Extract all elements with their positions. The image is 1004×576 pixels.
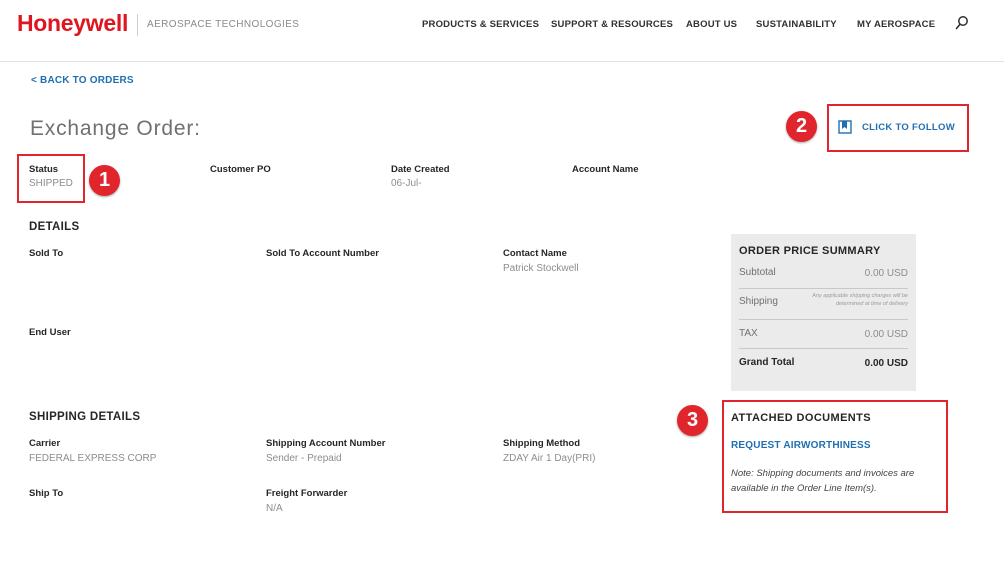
contact-name-label: Contact Name <box>503 248 567 259</box>
date-created-value: 06-Jul- <box>391 178 422 189</box>
attached-documents-title: ATTACHED DOCUMENTS <box>731 412 872 424</box>
order-price-summary: ORDER PRICE SUMMARY Subtotal 0.00 USD Sh… <box>731 234 916 391</box>
nav-about-us[interactable]: ABOUT US <box>686 19 737 30</box>
customer-po-label: Customer PO <box>210 164 271 175</box>
nav-products-services[interactable]: PRODUCTS & SERVICES <box>422 19 539 30</box>
end-user-label: End User <box>29 327 71 338</box>
summary-divider <box>739 288 908 289</box>
contact-name-value: Patrick Stockwell <box>503 263 579 274</box>
account-name-label: Account Name <box>572 164 639 175</box>
sold-to-account-label: Sold To Account Number <box>266 248 379 259</box>
summary-title: ORDER PRICE SUMMARY <box>739 245 881 257</box>
documents-note: Note: Shipping documents and invoices ar… <box>731 468 915 494</box>
sold-to-label: Sold To <box>29 248 64 259</box>
annotation-badge-2: 2 <box>786 111 817 142</box>
grand-total-label: Grand Total <box>739 357 795 368</box>
shipping-label: Shipping <box>739 296 778 307</box>
page-title: Exchange Order: <box>30 117 201 140</box>
details-heading: DETAILS <box>29 221 80 233</box>
bookmark-icon <box>838 120 852 134</box>
nav-support-resources[interactable]: SUPPORT & RESOURCES <box>551 19 673 30</box>
brand-tagline: AEROSPACE TECHNOLOGIES <box>147 19 300 30</box>
carrier-label: Carrier <box>29 438 61 449</box>
annotation-badge-3: 3 <box>677 405 708 436</box>
grand-total-value: 0.00 USD <box>864 358 908 369</box>
ship-to-label: Ship To <box>29 488 64 499</box>
honeywell-logo[interactable]: Honeywell <box>17 10 128 37</box>
logo-divider <box>137 14 138 36</box>
summary-divider <box>739 348 908 349</box>
summary-divider <box>739 319 908 320</box>
shipping-account-value: Sender - Prepaid <box>266 453 342 464</box>
date-created-label: Date Created <box>391 164 450 175</box>
annotation-badge-1: 1 <box>89 165 120 196</box>
search-icon[interactable] <box>955 15 969 31</box>
site-header: Honeywell AEROSPACE TECHNOLOGIES PRODUCT… <box>0 0 1004 62</box>
carrier-value: FEDERAL EXPRESS CORP <box>29 453 157 464</box>
follow-label: CLICK TO FOLLOW <box>862 121 955 133</box>
freight-forwarder-value: N/A <box>266 503 283 514</box>
subtotal-label: Subtotal <box>739 267 776 278</box>
nav-my-aerospace[interactable]: MY AEROSPACE <box>857 19 935 30</box>
subtotal-value: 0.00 USD <box>864 268 908 279</box>
back-to-orders-link[interactable]: < BACK TO ORDERS <box>31 75 134 86</box>
freight-forwarder-label: Freight Forwarder <box>266 488 348 499</box>
status-label: Status <box>29 164 59 175</box>
request-airworthiness-link[interactable]: REQUEST AIRWORTHINESS <box>731 440 871 451</box>
status-value: SHIPPED <box>29 178 73 189</box>
shipping-method-label: Shipping Method <box>503 438 581 449</box>
shipping-details-heading: SHIPPING DETAILS <box>29 411 141 423</box>
shipping-method-value: ZDAY Air 1 Day(PRI) <box>503 453 596 464</box>
tax-label: TAX <box>739 328 758 339</box>
shipping-note: Any applicable shipping charges will be … <box>812 293 908 307</box>
nav-sustainability[interactable]: SUSTAINABILITY <box>756 19 837 30</box>
shipping-account-label: Shipping Account Number <box>266 438 386 449</box>
tax-value: 0.00 USD <box>864 329 908 340</box>
follow-button[interactable]: CLICK TO FOLLOW <box>838 120 955 134</box>
